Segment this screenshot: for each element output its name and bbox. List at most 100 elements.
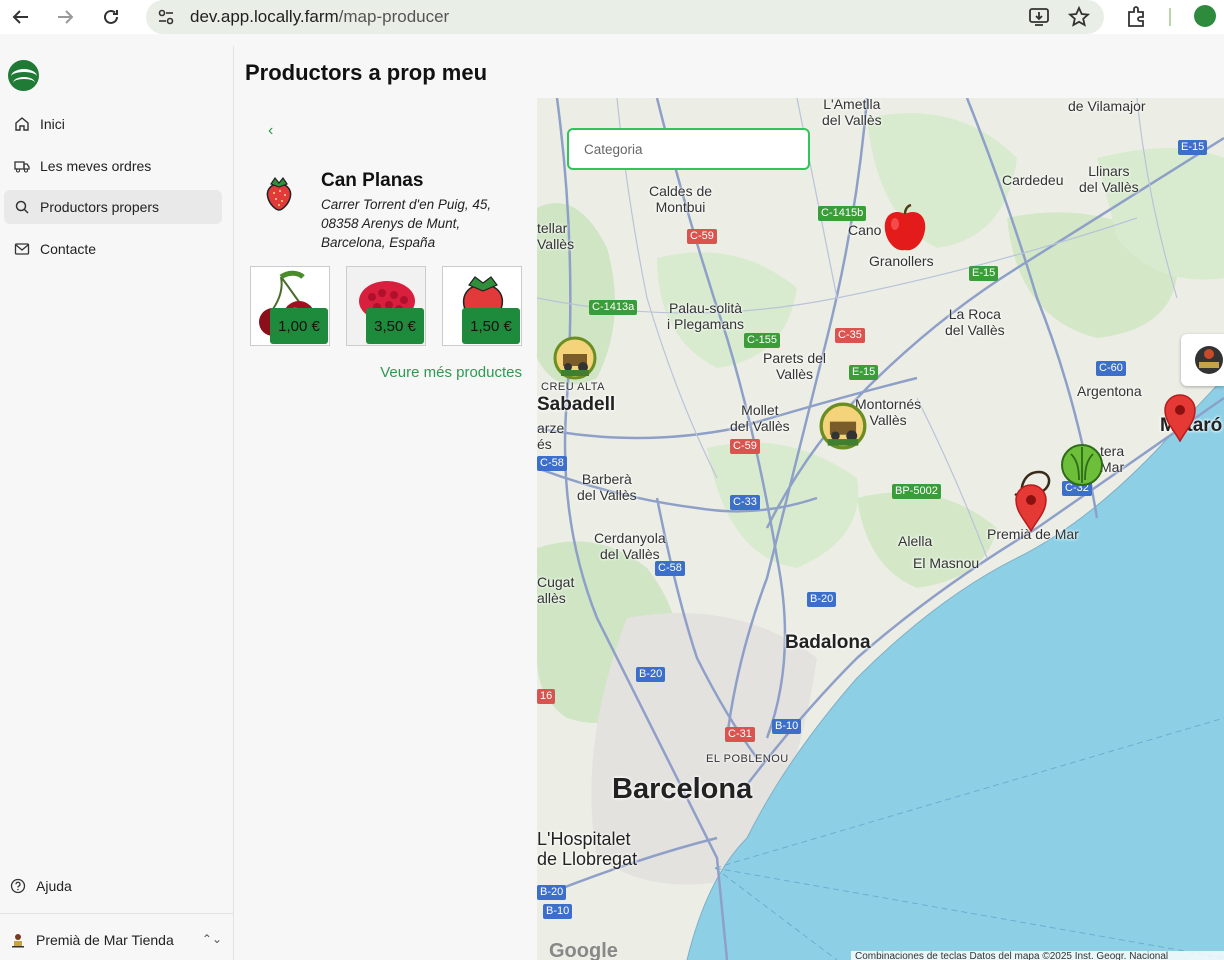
place-label: Granollers [869, 253, 934, 269]
google-logo: Google [549, 940, 618, 960]
place-text: Parets del Vallès [763, 350, 827, 382]
place-text: EL POBLENOU [706, 753, 789, 765]
road-label: B-10 [543, 904, 573, 919]
chevron-left-icon[interactable]: ‹ [268, 122, 273, 140]
install-app-icon[interactable] [1028, 6, 1050, 33]
store-logo-icon [10, 932, 26, 948]
sidebar-item-inici[interactable]: Inici [4, 107, 222, 141]
help-link[interactable]: Ajuda [10, 878, 72, 894]
sidebar-item-label: Inici [40, 116, 65, 132]
place-text: Caldes de Montbui [649, 183, 713, 215]
road-label: C-35 [835, 328, 865, 343]
place-text: tellar Vallès [537, 220, 575, 252]
back-button[interactable] [6, 2, 36, 32]
place-text: de Vilamajor [1068, 98, 1146, 114]
producer-address: Carrer Torrent d'en Puig, 45, 08358 Aren… [321, 197, 492, 250]
place-text: Granollers [869, 253, 934, 269]
place-label: L'Hospitalet de Llobregat [537, 829, 637, 869]
place-text: Barberà del Vallès [577, 471, 637, 503]
road-label: C-58 [655, 561, 685, 576]
site-settings-icon[interactable] [156, 7, 176, 27]
help-circle-icon [10, 878, 26, 894]
store-name: Premià de Mar Tienda [36, 932, 174, 948]
url-path: /map-producer [338, 7, 450, 26]
store-selector[interactable]: Premià de Mar Tienda ⌃⌄ [10, 932, 222, 948]
sidebar-item-label: Les meves ordres [40, 157, 152, 174]
road-label: C-33 [730, 495, 760, 510]
page-title: Productors a prop meu [245, 60, 488, 85]
place-label: CREU ALTA [541, 379, 605, 395]
place-label: El Masnou [913, 555, 979, 571]
url-host: dev.app.locally.farm [190, 7, 339, 26]
bookmark-star-icon[interactable] [1067, 5, 1091, 33]
category-select[interactable]: Categoria [567, 128, 810, 170]
place-label: Cardedeu [1002, 172, 1064, 188]
place-text: Barcelona [612, 773, 753, 805]
road-label: B-20 [537, 885, 567, 900]
app-logo[interactable] [8, 60, 39, 91]
road-label: B-20 [636, 667, 666, 682]
road-label: C-59 [730, 439, 760, 454]
place-label: Cugat allès [537, 574, 574, 606]
place-label: Parets del Vallès [763, 350, 826, 382]
place-text: Alella [898, 533, 933, 549]
producer-name: Can Planas [321, 170, 424, 191]
place-text: CREU ALTA [541, 381, 605, 393]
road-label: C-59 [687, 229, 717, 244]
road-label: C-1413a [589, 300, 638, 315]
place-text: Cugat allès [537, 574, 575, 606]
place-text: Badalona [785, 632, 871, 653]
product-price: 1,50 € [462, 308, 520, 344]
road-label: E-15 [1178, 140, 1208, 155]
place-text: Mollet del Vallès [730, 402, 790, 434]
product-list: 1,00 € 3,50 € 1,50 € [250, 266, 522, 346]
place-label: Llinars del Vallès [1079, 163, 1139, 195]
road-label: C-31 [725, 727, 755, 742]
shop-marker-icon[interactable] [1181, 334, 1224, 386]
product-card[interactable]: 1,50 € [442, 266, 522, 346]
place-label: Badalona [785, 632, 871, 653]
producer-panel: ‹ Can Planas Carrer Torrent d'en Puig, 4… [236, 98, 536, 960]
road-label: C-1415b [818, 206, 867, 221]
sidebar-item-productors[interactable]: Productors propers [4, 190, 222, 224]
search-icon [14, 199, 30, 215]
place-label: Cano [848, 222, 881, 238]
strawberry-icon [263, 176, 295, 211]
extensions-icon[interactable] [1124, 4, 1150, 35]
map-attribution[interactable]: Combinaciones de teclas Datos del mapa ©… [851, 951, 1224, 960]
place-label: Barberà del Vallès [577, 471, 637, 503]
place-text: Cerdanyola del Vallès [594, 530, 666, 562]
place-text: arze és [537, 420, 565, 452]
map[interactable]: Categoria L'Ametlla del Vallès de Vilama… [537, 98, 1224, 960]
place-label: Palau-solità i Plegamans [667, 300, 744, 332]
profile-avatar[interactable] [1194, 5, 1216, 27]
place-text: La Roca del Vallès [945, 306, 1005, 338]
more-products-link[interactable]: Veure més productes [380, 364, 522, 381]
sidebar-item-contacte[interactable]: Contacte [4, 232, 222, 266]
product-card[interactable]: 3,50 € [346, 266, 426, 346]
arrow-right-icon [58, 10, 74, 24]
truck-icon [14, 158, 30, 174]
sidebar: Inici Les meves ordres Productors proper… [0, 46, 234, 960]
place-text: Cardedeu [1002, 172, 1064, 188]
browser-toolbar: dev.app.locally.farm/map-producer [0, 0, 1224, 34]
place-text: L'Hospitalet de Llobregat [537, 829, 638, 869]
sidebar-item-ordres[interactable]: Les meves ordres [4, 149, 222, 183]
sidebar-item-label: Contacte [40, 240, 97, 257]
road-label: C-58 [537, 456, 567, 471]
address-bar[interactable]: dev.app.locally.farm/map-producer [146, 0, 1104, 34]
arrow-left-icon [12, 10, 28, 24]
road-label: B-10 [772, 719, 802, 734]
forward-button[interactable] [50, 2, 80, 32]
place-text: Palau-solità i Plegamans [667, 300, 745, 332]
url-text: dev.app.locally.farm/map-producer [190, 7, 449, 27]
mail-icon [14, 241, 30, 257]
place-text: Llinars del Vallès [1079, 163, 1139, 195]
place-text: L'Ametlla del Vallès [822, 98, 882, 128]
place-label: Cerdanyola del Vallès [594, 530, 666, 562]
place-label: Sabadell [537, 395, 615, 414]
product-card[interactable]: 1,00 € [250, 266, 330, 346]
reload-button[interactable] [96, 2, 126, 32]
home-icon [14, 116, 30, 132]
road-label: B-20 [807, 592, 837, 607]
